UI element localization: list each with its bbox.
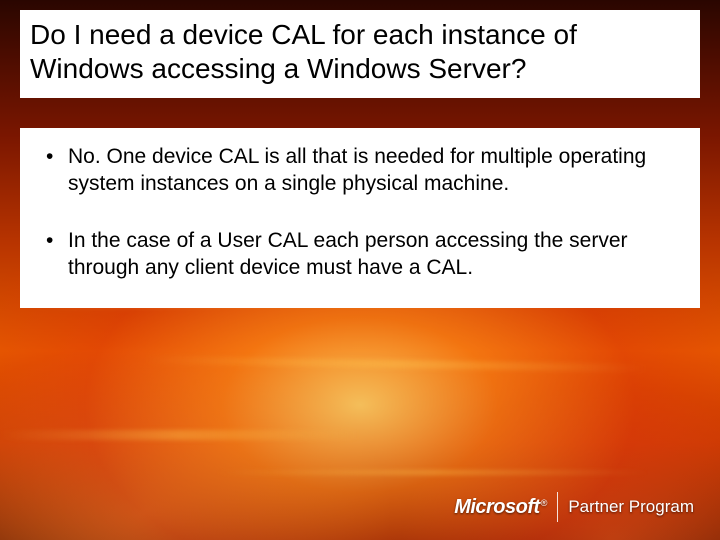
- bullet-list: No. One device CAL is all that is needed…: [38, 144, 682, 282]
- title-container: Do I need a device CAL for each instance…: [20, 10, 700, 98]
- list-item: In the case of a User CAL each person ac…: [38, 228, 682, 282]
- slide-title: Do I need a device CAL for each instance…: [30, 18, 690, 86]
- registered-mark: ®: [541, 498, 548, 508]
- footer-logo: Microsoft® Partner Program: [454, 492, 694, 522]
- partner-program-text: Partner Program: [568, 497, 694, 517]
- brand-text: Microsoft: [454, 496, 540, 518]
- bg-streak: [144, 356, 648, 373]
- list-item: No. One device CAL is all that is needed…: [38, 144, 682, 198]
- content-container: No. One device CAL is all that is needed…: [20, 128, 700, 308]
- logo-divider: [557, 492, 558, 522]
- microsoft-wordmark: Microsoft®: [454, 496, 547, 519]
- bg-streak: [216, 470, 648, 475]
- bg-streak: [0, 430, 360, 440]
